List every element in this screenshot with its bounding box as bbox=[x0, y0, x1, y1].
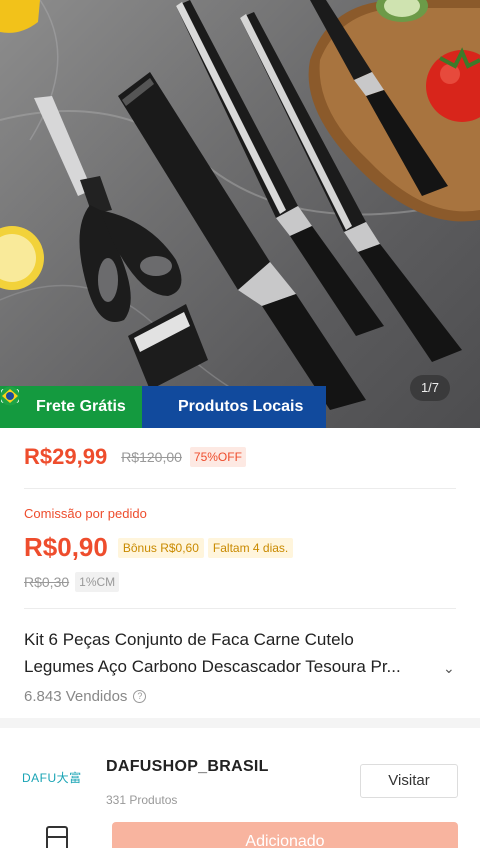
local-products-label: Produtos Locais bbox=[178, 398, 304, 415]
image-counter: 1/7 bbox=[410, 375, 450, 401]
old-commission-row: R$0,30 1%CM bbox=[24, 572, 120, 592]
knife-set-photo bbox=[0, 0, 480, 421]
commission-value: R$0,90 bbox=[24, 532, 108, 562]
price-row: R$29,99 R$120,00 75%OFF bbox=[24, 444, 246, 470]
shop-logo[interactable]: DAFU大富 bbox=[22, 762, 88, 792]
sold-count-label: 6.843 Vendidos bbox=[24, 688, 128, 705]
commission-label: Comissão por pedido bbox=[24, 506, 147, 521]
days-left-chip: Faltam 4 dias. bbox=[207, 537, 294, 558]
commission-rate-chip: 1%CM bbox=[75, 572, 120, 592]
shop-name[interactable]: DAFUSHOP_BRASIL bbox=[106, 758, 269, 776]
shop-products-count: 331 Produtos bbox=[106, 793, 178, 807]
brazil-flag-icon bbox=[0, 386, 171, 417]
chevron-down-icon[interactable]: ⌄ bbox=[443, 660, 455, 677]
visit-shop-button[interactable]: Visitar bbox=[360, 764, 458, 798]
local-products-badge: Produtos Locais bbox=[0, 386, 326, 428]
old-commission-value: R$0,30 bbox=[24, 574, 70, 590]
product-badges: Frete Grátis Produtos Locais bbox=[0, 386, 326, 428]
divider bbox=[24, 488, 456, 489]
commission-row: R$0,90 Bônus R$0,60 Faltam 4 dias. bbox=[24, 532, 294, 563]
add-button[interactable]: Adicionado bbox=[112, 822, 458, 848]
divider bbox=[24, 608, 456, 609]
section-separator bbox=[0, 718, 480, 728]
bonus-chip: Bônus R$0,60 bbox=[117, 537, 204, 558]
store-icon[interactable] bbox=[46, 826, 68, 848]
product-title[interactable]: Kit 6 Peças Conjunto de Faca Carne Cutel… bbox=[24, 626, 434, 680]
free-shipping-label: Frete Grátis bbox=[36, 398, 126, 415]
product-title-line-2: Legumes Aço Carbono Descascador Tesoura … bbox=[24, 657, 401, 676]
discount-badge: 75%OFF bbox=[189, 447, 246, 467]
sold-count: 6.843 Vendidos ? bbox=[24, 688, 147, 705]
original-price: R$120,00 bbox=[121, 449, 182, 465]
product-title-line-1: Kit 6 Peças Conjunto de Faca Carne Cutel… bbox=[24, 630, 354, 649]
product-image[interactable]: 1/7 Frete Grátis Produtos Locais bbox=[0, 0, 480, 428]
free-shipping-badge: Frete Grátis bbox=[0, 386, 142, 428]
current-price: R$29,99 bbox=[24, 444, 108, 469]
info-icon[interactable]: ? bbox=[133, 690, 147, 703]
